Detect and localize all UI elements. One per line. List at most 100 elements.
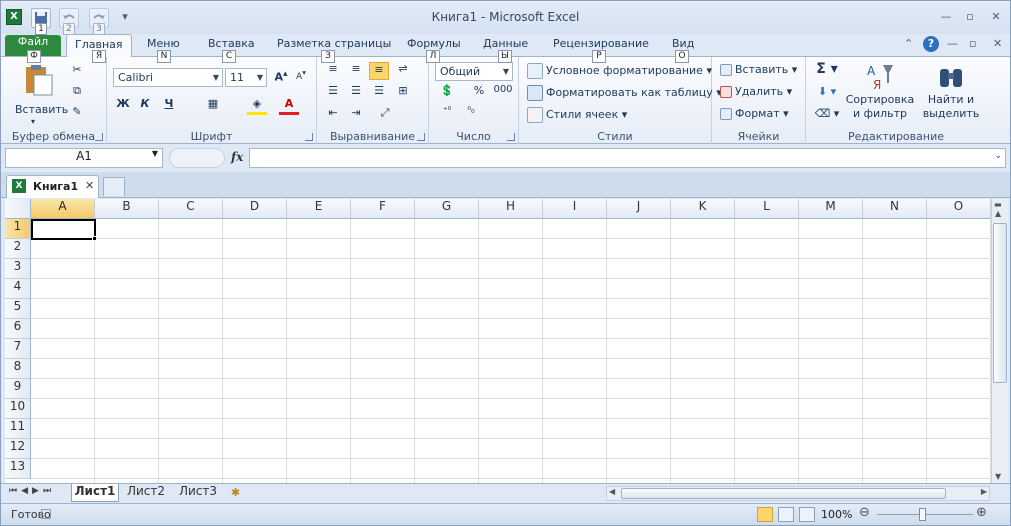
fill-icon[interactable]: ⬇ ▾ — [812, 85, 842, 103]
row-header[interactable]: 7 — [5, 339, 31, 359]
number-launcher-icon[interactable] — [507, 133, 515, 141]
thousands-button[interactable]: 000 — [493, 84, 513, 102]
column-header[interactable]: A — [31, 199, 95, 219]
column-header[interactable]: H — [479, 199, 543, 219]
fill-handle[interactable] — [92, 236, 97, 241]
vertical-scrollbar[interactable]: ▬ ▲ ▼ — [991, 199, 1008, 483]
restore-icon[interactable]: ▫ — [963, 10, 977, 24]
format-as-table-button[interactable]: Форматировать как таблицу ▾ — [527, 85, 722, 101]
close-icon[interactable]: ✕ — [989, 10, 1003, 24]
column-header[interactable]: I — [543, 199, 607, 219]
italic-button[interactable]: К — [135, 97, 155, 115]
bold-button[interactable]: Ж — [113, 97, 133, 115]
grow-font-icon[interactable]: A▴ — [271, 68, 291, 86]
align-top-icon[interactable]: ≡ — [323, 62, 343, 80]
expand-formula-icon[interactable]: ⌄ — [994, 151, 1002, 161]
decrease-decimal-icon[interactable]: ⁰₀ — [461, 106, 481, 124]
sheet-tab-2[interactable]: Лист2 — [123, 484, 169, 502]
fx-button[interactable]: fx — [231, 150, 243, 164]
row-header[interactable]: 6 — [5, 319, 31, 339]
format-painter-icon[interactable]: ✎ — [67, 105, 87, 123]
increase-indent-icon[interactable]: ⇥ — [346, 106, 366, 124]
wb-close-icon[interactable]: ✕ — [993, 37, 1002, 53]
row-header[interactable]: 1 — [5, 219, 31, 239]
column-header[interactable]: K — [671, 199, 735, 219]
merge-center-icon[interactable]: ⊞ — [393, 84, 413, 102]
sheet-nav-icons[interactable]: ⏮◀▶⏭ — [9, 486, 55, 496]
column-header[interactable]: C — [159, 199, 223, 219]
scroll-up-icon[interactable]: ▲ — [995, 209, 1001, 218]
insert-sheet-icon[interactable]: ✱ — [231, 486, 240, 499]
delete-cells-button[interactable]: Удалить ▾ — [720, 85, 792, 99]
autosum-button[interactable]: Σ ▾ — [812, 61, 842, 79]
shrink-font-icon[interactable]: A▾ — [291, 68, 311, 86]
column-header[interactable]: O — [927, 199, 991, 219]
sort-filter-button[interactable]: AЯ Сортировка и фильтр — [844, 61, 916, 121]
normal-view-icon[interactable] — [757, 507, 773, 522]
clipboard-launcher-icon[interactable] — [95, 133, 103, 141]
cell-styles-button[interactable]: Стили ячеек ▾ — [527, 107, 627, 123]
column-header[interactable]: B — [95, 199, 159, 219]
find-select-button[interactable]: Найти и выделить — [918, 61, 984, 121]
minimize-icon[interactable]: — — [939, 10, 953, 24]
clear-icon[interactable]: ⌫ ▾ — [812, 107, 842, 125]
font-size-combo[interactable]: 11 ▼ — [225, 68, 267, 87]
wb-minimize-icon[interactable]: — — [947, 37, 958, 53]
column-header[interactable]: J — [607, 199, 671, 219]
scroll-left-icon[interactable]: ◀ — [609, 487, 615, 496]
row-header[interactable]: 11 — [5, 419, 31, 439]
row-header[interactable]: 10 — [5, 399, 31, 419]
currency-icon[interactable]: 💲 — [437, 84, 457, 102]
column-header[interactable]: E — [287, 199, 351, 219]
sheet-tab-3[interactable]: Лист3 — [175, 484, 221, 502]
font-color-icon[interactable]: A — [279, 97, 299, 115]
row-header[interactable]: 9 — [5, 379, 31, 399]
column-header[interactable]: D — [223, 199, 287, 219]
increase-decimal-icon[interactable]: ⁺⁰ — [437, 106, 457, 124]
zoom-slider-thumb[interactable] — [919, 508, 926, 521]
borders-icon[interactable]: ▦ — [203, 97, 223, 115]
fill-color-icon[interactable]: ◈ — [247, 97, 267, 115]
align-left-icon[interactable]: ☰ — [323, 84, 343, 102]
column-header[interactable]: L — [735, 199, 799, 219]
page-break-view-icon[interactable] — [799, 507, 815, 522]
column-header[interactable]: F — [351, 199, 415, 219]
active-cell[interactable] — [31, 219, 96, 240]
format-cells-button[interactable]: Формат ▾ — [720, 107, 789, 121]
wb-restore-icon[interactable]: ▫ — [969, 37, 976, 53]
workbook-close-icon[interactable]: ✕ — [85, 179, 94, 192]
minimize-ribbon-icon[interactable]: ⌃ — [904, 37, 913, 53]
horizontal-scroll-thumb[interactable] — [621, 488, 946, 499]
sheet-tab-1[interactable]: Лист1 — [71, 484, 119, 502]
paste-button[interactable]: Вставить ▾ — [15, 63, 68, 126]
row-header[interactable]: 3 — [5, 259, 31, 279]
scroll-down-icon[interactable]: ▼ — [995, 472, 1001, 481]
workbook-tab[interactable]: X Книга1 ✕ — [6, 175, 99, 198]
underline-button[interactable]: Ч — [159, 97, 179, 115]
row-header[interactable]: 13 — [5, 459, 31, 479]
align-middle-icon[interactable]: ≡ — [346, 62, 366, 80]
column-header[interactable]: N — [863, 199, 927, 219]
alignment-launcher-icon[interactable] — [417, 133, 425, 141]
help-icon[interactable]: ? — [923, 36, 939, 52]
row-header[interactable]: 2 — [5, 239, 31, 259]
conditional-formatting-button[interactable]: Условное форматирование ▾ — [527, 63, 712, 79]
spreadsheet-grid[interactable]: A B C D E F G H I J K L M N O 1 2 3 4 5 6 7 8 9 10 11 12 13 — [5, 199, 991, 483]
copy-icon[interactable]: ⧉ — [67, 84, 87, 102]
macro-record-icon[interactable] — [41, 509, 51, 519]
vscroll-split-icon[interactable]: ▬ — [994, 200, 1002, 209]
horizontal-scrollbar[interactable]: ◀ ▶ — [606, 486, 990, 501]
insert-cells-button[interactable]: Вставить ▾ — [720, 63, 797, 77]
page-layout-view-icon[interactable] — [778, 507, 794, 522]
select-all-corner[interactable] — [5, 199, 31, 219]
orientation-icon[interactable]: ⤢ — [375, 106, 395, 124]
percent-button[interactable]: % — [469, 84, 489, 102]
align-center-icon[interactable]: ☰ — [346, 84, 366, 102]
align-bottom-icon[interactable]: ≡ — [369, 62, 389, 80]
zoom-out-icon[interactable]: ⊖ — [859, 505, 870, 520]
row-header[interactable]: 12 — [5, 439, 31, 459]
cut-icon[interactable]: ✂ — [67, 63, 87, 81]
font-launcher-icon[interactable] — [305, 133, 313, 141]
zoom-level[interactable]: 100% — [821, 508, 852, 521]
formula-input[interactable]: ⌄ — [249, 148, 1006, 168]
